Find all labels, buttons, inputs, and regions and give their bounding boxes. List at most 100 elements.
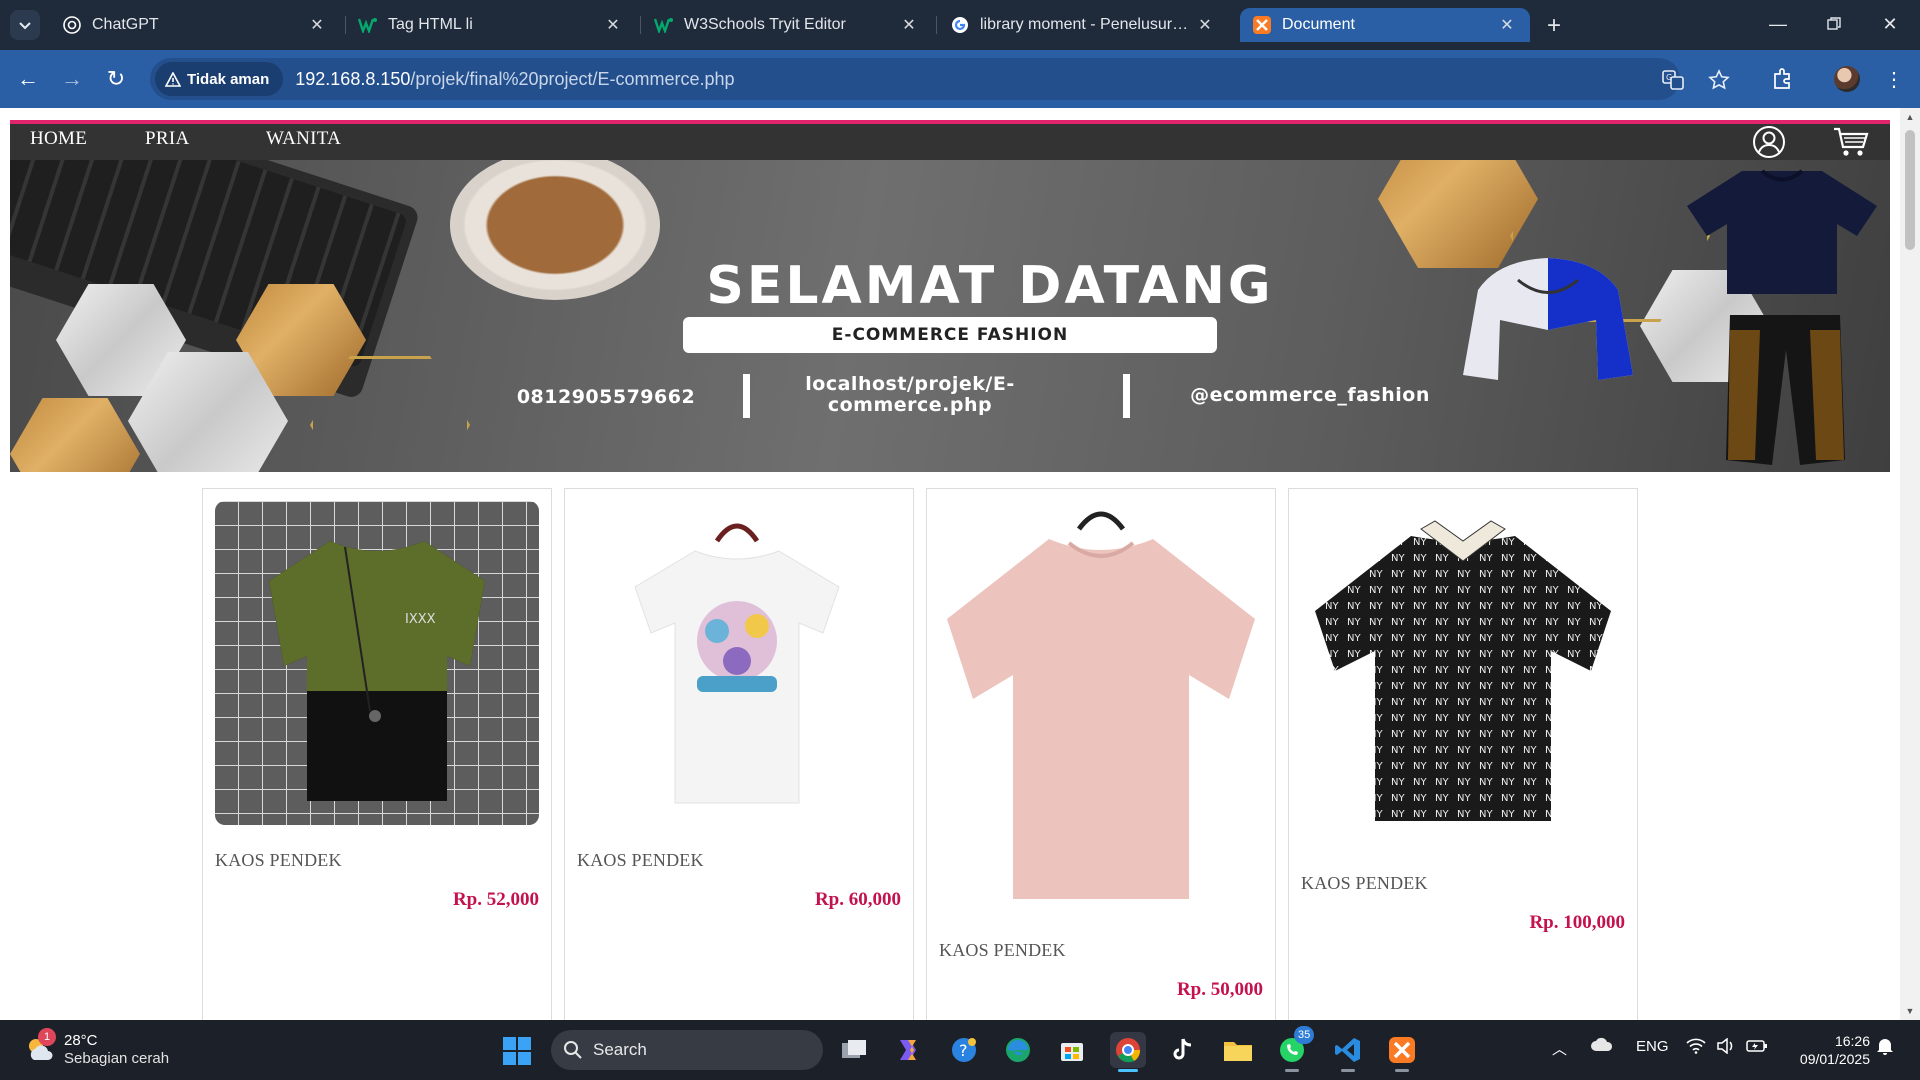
- tab-title: W3Schools Tryit Editor: [684, 16, 846, 33]
- restore-icon: [1827, 17, 1841, 30]
- get-help-icon[interactable]: ?: [946, 1032, 982, 1068]
- windows-start-icon[interactable]: [502, 1036, 532, 1066]
- close-icon[interactable]: ✕: [1496, 14, 1518, 36]
- translate-icon[interactable]: G: [1660, 67, 1686, 93]
- url-text[interactable]: 192.168.8.150/projek/final%20project/E-c…: [295, 69, 734, 90]
- reload-button[interactable]: ↻: [100, 63, 132, 95]
- w3schools-icon: [654, 15, 674, 35]
- url-path: /projek/final%20project/E-commerce.php: [410, 68, 735, 89]
- tab-title: ChatGPT: [92, 16, 159, 33]
- tab-tag-html-li[interactable]: Tag HTML li ✕: [346, 8, 636, 42]
- svg-text:?: ?: [959, 1041, 968, 1060]
- hero-subtitle: E-COMMERCE FASHION: [683, 317, 1217, 353]
- product-image[interactable]: [577, 501, 901, 825]
- notification-bell-icon[interactable]: [1876, 1036, 1894, 1060]
- bookmark-star-icon[interactable]: [1706, 67, 1732, 93]
- svg-text:IXXX: IXXX: [405, 612, 436, 627]
- close-icon[interactable]: ✕: [898, 14, 920, 36]
- tab-chatgpt[interactable]: ChatGPT ✕: [50, 8, 340, 42]
- product-image[interactable]: [939, 499, 1263, 923]
- google-icon: [950, 15, 970, 35]
- close-icon[interactable]: ✕: [602, 14, 624, 36]
- product-name: KAOS PENDEK: [577, 850, 704, 870]
- product-card[interactable]: KAOS PENDEK Rp. 60,000: [564, 488, 914, 1020]
- product-name: KAOS PENDEK: [1301, 873, 1428, 893]
- page-viewport: HOME PRIA WANITA SELAMAT DATANG E-COMMER…: [0, 108, 1900, 1020]
- battery-icon[interactable]: [1746, 1038, 1768, 1058]
- browser-tab-strip: ChatGPT ✕ Tag HTML li ✕ W3Schools Tryit …: [0, 0, 1920, 50]
- tab-title: Document: [1282, 16, 1355, 33]
- windows-taskbar: 1 28°C Sebagian cerah Search ? 35 ︿ ENG …: [0, 1020, 1920, 1080]
- scroll-up-arrow-icon[interactable]: ▲: [1904, 112, 1916, 122]
- hero-website: localhost/projek/E- commerce.php: [790, 374, 1030, 416]
- tab-search-button[interactable]: [10, 10, 40, 40]
- taskbar-search[interactable]: Search: [551, 1030, 823, 1070]
- nav-wanita-link[interactable]: WANITA: [266, 128, 341, 150]
- copilot-icon[interactable]: [890, 1032, 926, 1068]
- chevron-down-icon: [19, 22, 31, 30]
- chrome-icon[interactable]: [1110, 1032, 1146, 1072]
- clock-time: 16:26: [1834, 1033, 1870, 1049]
- product-card[interactable]: IXXX KAOS PENDEK Rp. 52,000: [202, 488, 552, 1020]
- minimize-button[interactable]: —: [1758, 8, 1798, 40]
- restore-button[interactable]: [1814, 8, 1854, 40]
- product-card[interactable]: NY KAOS PENDEK Rp. 100,000: [1288, 488, 1638, 1020]
- tab-document[interactable]: Document ✕: [1240, 8, 1530, 42]
- onedrive-cloud-icon[interactable]: [1590, 1036, 1614, 1056]
- nav-pria-link[interactable]: PRIA: [145, 128, 190, 150]
- scroll-down-arrow-icon[interactable]: ▼: [1904, 1006, 1916, 1016]
- product-card[interactable]: KAOS PENDEK Rp. 50,000: [926, 488, 1276, 1020]
- new-tab-button[interactable]: +: [1540, 12, 1568, 40]
- back-button[interactable]: ←: [12, 63, 44, 95]
- close-icon[interactable]: ✕: [1194, 14, 1216, 36]
- weather-widget[interactable]: 1 28°C Sebagian cerah: [24, 1028, 224, 1070]
- product-image[interactable]: NY: [1301, 501, 1625, 841]
- user-account-icon[interactable]: [1752, 125, 1786, 159]
- nav-home-link[interactable]: HOME: [30, 128, 87, 150]
- edge-browser-icon[interactable]: [1000, 1032, 1036, 1068]
- close-window-button[interactable]: ✕: [1870, 8, 1910, 40]
- hero-website-line2: commerce.php: [827, 394, 993, 416]
- browser-toolbar: ← → ↻ Tidak aman 192.168.8.150/projek/fi…: [0, 50, 1920, 108]
- tab-title: library moment - Penelusuran G: [980, 16, 1194, 33]
- product-image[interactable]: IXXX: [215, 501, 539, 825]
- page-scrollbar[interactable]: ▲ ▼: [1900, 108, 1920, 1020]
- weather-description: Sebagian cerah: [64, 1050, 170, 1067]
- language-indicator[interactable]: ENG: [1636, 1038, 1669, 1055]
- address-bar[interactable]: Tidak aman 192.168.8.150/projek/final%20…: [150, 58, 1730, 100]
- xampp-icon[interactable]: [1384, 1032, 1420, 1072]
- tab-google-search[interactable]: library moment - Penelusuran G ✕: [938, 8, 1228, 42]
- product-price: Rp. 100,000: [1529, 912, 1625, 933]
- vscode-icon[interactable]: [1330, 1032, 1366, 1072]
- minimize-icon: —: [1769, 13, 1787, 34]
- menu-kebab-icon[interactable]: ⋮: [1878, 63, 1910, 95]
- volume-icon[interactable]: [1716, 1037, 1736, 1058]
- product-price: Rp. 50,000: [1176, 979, 1263, 1000]
- hero-divider: [1123, 374, 1130, 418]
- hoodie-image: [1463, 258, 1633, 380]
- shopping-cart-icon[interactable]: [1832, 125, 1870, 159]
- jogger-pants-image: [1726, 315, 1845, 465]
- hero-divider: [743, 374, 750, 418]
- file-explorer-icon[interactable]: [1220, 1032, 1256, 1068]
- forward-button[interactable]: →: [56, 63, 88, 95]
- tab-divider: [936, 16, 937, 34]
- extensions-icon[interactable]: [1766, 63, 1798, 95]
- system-clock[interactable]: 16:26 09/01/2025: [1790, 1032, 1870, 1068]
- search-icon: [564, 1041, 582, 1059]
- show-hidden-icons-chevron-icon[interactable]: ︿: [1552, 1038, 1567, 1059]
- tab-divider: [640, 16, 641, 34]
- tab-w3schools-tryit[interactable]: W3Schools Tryit Editor ✕: [642, 8, 932, 42]
- warning-icon: [165, 71, 181, 87]
- tiktok-icon[interactable]: [1164, 1032, 1200, 1068]
- product-name: KAOS PENDEK: [215, 850, 342, 870]
- arrow-right-icon: →: [61, 66, 83, 91]
- task-view-icon[interactable]: [836, 1032, 872, 1068]
- close-icon[interactable]: ✕: [306, 14, 328, 36]
- whatsapp-icon[interactable]: 35: [1274, 1026, 1315, 1072]
- microsoft-store-icon[interactable]: [1054, 1032, 1090, 1068]
- scrollbar-thumb[interactable]: [1905, 130, 1915, 250]
- security-indicator[interactable]: Tidak aman: [155, 62, 284, 96]
- profile-avatar[interactable]: [1834, 66, 1860, 92]
- wifi-icon[interactable]: [1686, 1038, 1706, 1058]
